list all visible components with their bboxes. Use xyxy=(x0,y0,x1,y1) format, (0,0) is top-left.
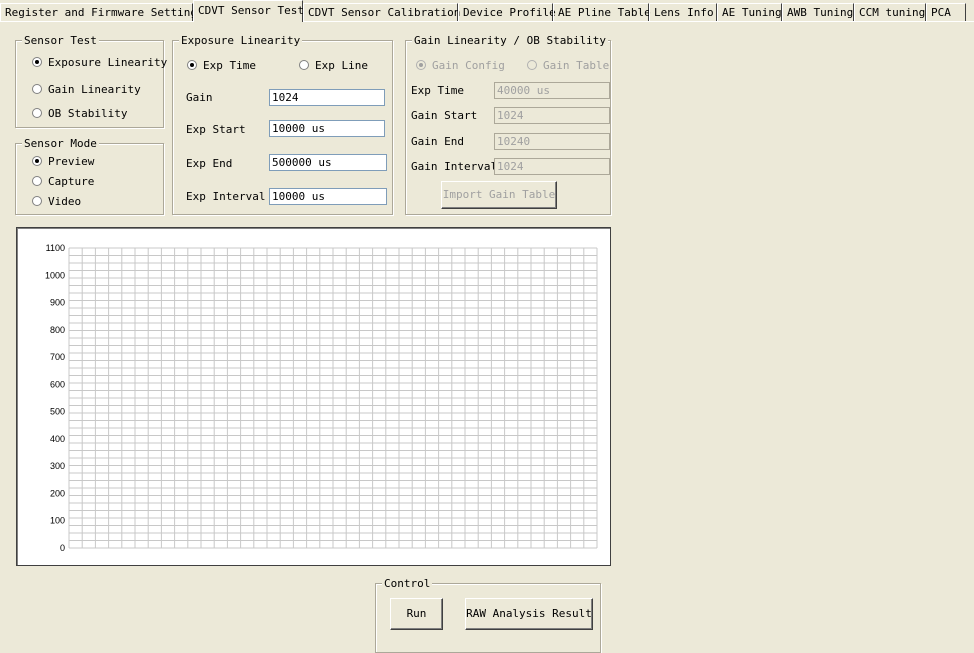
raw-analysis-result-button[interactable]: RAW Analysis Result xyxy=(465,598,593,630)
sensor-mode-title: Sensor Mode xyxy=(22,137,99,150)
tab-pca[interactable]: PCA xyxy=(926,3,966,21)
radio-gain-linearity[interactable]: Gain Linearity xyxy=(32,83,141,97)
radio-unchecked-icon xyxy=(32,196,42,206)
control-title: Control xyxy=(382,577,433,590)
gl-exp-time-input[interactable]: 40000 us xyxy=(494,82,610,99)
y-tick-label: 600 xyxy=(50,379,65,389)
radio-video[interactable]: Video xyxy=(32,195,81,209)
gain-interval-input[interactable]: 1024 xyxy=(494,158,610,175)
y-tick-label: 200 xyxy=(50,488,65,498)
radio-unchecked-icon xyxy=(32,108,42,118)
chart-panel: 1100 1000 900 800 700 600 500 400 300 200 100 0 xyxy=(16,227,611,566)
radio-exp-line[interactable]: Exp Line xyxy=(299,59,368,73)
y-tick-label: 300 xyxy=(50,461,65,471)
radio-exp-time[interactable]: Exp Time xyxy=(187,59,256,73)
tab-device-profile[interactable]: Device Profile xyxy=(458,3,556,21)
radio-preview[interactable]: Preview xyxy=(32,155,94,169)
tab-ae-tuning[interactable]: AE Tuning xyxy=(717,3,782,21)
tab-register-firmware[interactable]: Register and Firmware Settings xyxy=(0,3,204,21)
exp-interval-input[interactable]: 10000 us xyxy=(269,188,387,205)
tab-awb-tuning[interactable]: AWB Tuning xyxy=(782,3,854,21)
radio-checked-icon xyxy=(416,60,426,70)
sensor-mode-group: Sensor Mode Preview Capture Video xyxy=(15,137,164,215)
gl-exp-time-label: Exp Time xyxy=(411,84,464,97)
gain-interval-label: Gain Interval xyxy=(411,160,498,173)
exposure-linearity-title: Exposure Linearity xyxy=(179,34,303,47)
exp-end-input[interactable]: 500000 us xyxy=(269,154,387,171)
tab-bar: Register and Firmware Settings CDVT Sens… xyxy=(0,0,974,22)
gain-input[interactable]: 1024 xyxy=(269,89,385,106)
y-tick-label: 400 xyxy=(50,434,65,444)
radio-unchecked-icon xyxy=(32,176,42,186)
gain-end-input[interactable]: 10240 xyxy=(494,133,610,150)
exposure-linearity-group: Exposure Linearity Exp Time Exp Line Gai… xyxy=(172,34,393,215)
tab-cdvt-sensor-test[interactable]: CDVT Sensor Test xyxy=(193,0,304,22)
radio-checked-icon xyxy=(32,156,42,166)
y-tick-label: 0 xyxy=(60,543,65,553)
y-tick-label: 1100 xyxy=(46,243,65,253)
gain-linearity-title: Gain Linearity / OB Stability xyxy=(412,34,609,47)
import-gain-table-button[interactable]: Import Gain Table xyxy=(441,181,557,209)
gain-label: Gain xyxy=(186,91,213,104)
radio-gain-table[interactable]: Gain Table xyxy=(527,59,609,73)
radio-gain-config[interactable]: Gain Config xyxy=(416,59,505,73)
y-tick-label: 900 xyxy=(50,298,65,308)
exp-interval-label: Exp Interval xyxy=(186,190,266,203)
run-button[interactable]: Run xyxy=(390,598,443,630)
radio-unchecked-icon xyxy=(32,84,42,94)
radio-checked-icon xyxy=(187,60,197,70)
y-tick-label: 700 xyxy=(50,352,65,362)
tab-ccm-tuning[interactable]: CCM tuning xyxy=(854,3,926,21)
gain-linearity-group: Gain Linearity / OB Stability Gain Confi… xyxy=(405,34,611,215)
gain-start-input[interactable]: 1024 xyxy=(494,107,610,124)
radio-checked-icon xyxy=(32,57,42,67)
y-tick-label: 100 xyxy=(50,516,65,526)
radio-ob-stability[interactable]: OB Stability xyxy=(32,107,127,121)
exp-end-label: Exp End xyxy=(186,157,233,170)
tab-ae-pline-table[interactable]: AE Pline Table xyxy=(553,3,651,21)
y-tick-label: 500 xyxy=(50,407,65,417)
gain-end-label: Gain End xyxy=(411,135,464,148)
radio-exposure-linearity[interactable]: Exposure Linearity xyxy=(32,56,167,70)
y-tick-label: 1000 xyxy=(45,270,65,280)
gain-start-label: Gain Start xyxy=(411,109,478,122)
radio-unchecked-icon xyxy=(527,60,537,70)
sensor-test-title: Sensor Test xyxy=(22,34,99,47)
exp-start-label: Exp Start xyxy=(186,123,246,136)
radio-capture[interactable]: Capture xyxy=(32,175,94,189)
y-tick-label: 800 xyxy=(50,325,65,335)
tab-cdvt-sensor-calibration[interactable]: CDVT Sensor Calibration xyxy=(303,3,460,21)
radio-unchecked-icon xyxy=(299,60,309,70)
sensor-test-group: Sensor Test Exposure Linearity Gain Line… xyxy=(15,34,167,128)
chart-plot: 110010009008007006005004003002001000 xyxy=(45,243,598,553)
control-group: Control Run RAW Analysis Result xyxy=(375,577,601,653)
tab-lens-info[interactable]: Lens Info xyxy=(649,3,717,21)
exp-start-input[interactable]: 10000 us xyxy=(269,120,385,137)
